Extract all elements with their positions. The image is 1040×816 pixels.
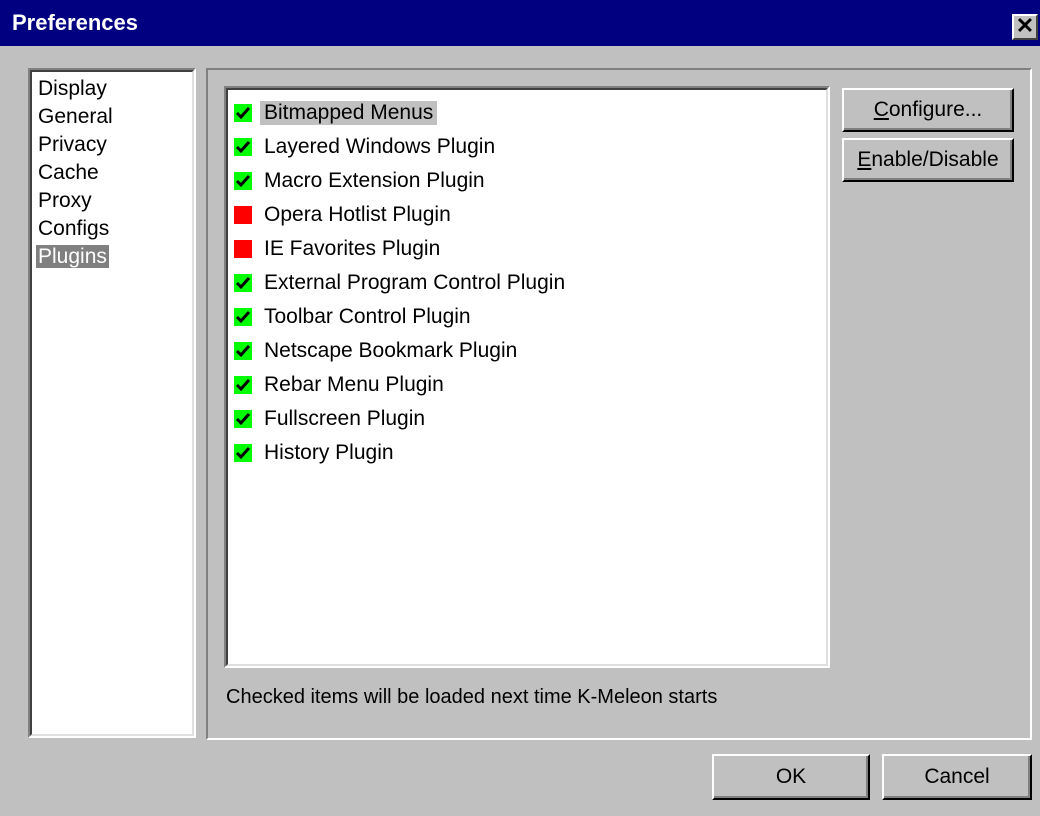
category-item-label: General [38, 105, 113, 128]
plugin-item-label: Rebar Menu Plugin [264, 373, 444, 396]
category-item-label: Privacy [38, 133, 107, 156]
cancel-button[interactable]: Cancel [882, 754, 1032, 800]
plugin-item-label: External Program Control Plugin [264, 271, 566, 294]
category-item-display[interactable]: Display [36, 76, 192, 104]
enabled-check-icon[interactable] [234, 138, 252, 156]
enabled-check-icon[interactable] [234, 342, 252, 360]
category-item-plugins[interactable]: Plugins [36, 244, 192, 272]
plugin-item-label: Opera Hotlist Plugin [264, 203, 451, 226]
plugin-list[interactable]: Bitmapped Menus Layered Windows Plugin Mac… [224, 86, 830, 668]
configure-button[interactable]: Configure... [842, 88, 1014, 132]
window-title: Preferences [12, 10, 138, 35]
plugin-item[interactable]: Bitmapped Menus [234, 96, 826, 130]
category-list[interactable]: Display General Privacy Cache Proxy Configs Pl… [28, 68, 196, 738]
cancel-label: Cancel [924, 765, 990, 788]
plugin-item[interactable]: External Program Control Plugin [234, 266, 826, 300]
category-item-general[interactable]: General [36, 104, 192, 132]
category-item-label: Configs [38, 217, 110, 240]
plugin-item[interactable]: Layered Windows Plugin [234, 130, 826, 164]
title-bar: Preferences ✕ [0, 0, 1040, 46]
plugin-item[interactable]: History Plugin [234, 436, 826, 470]
enabled-check-icon[interactable] [234, 376, 252, 394]
category-item-label: Plugins [36, 245, 109, 268]
plugin-item[interactable]: Rebar Menu Plugin [234, 368, 826, 402]
category-item-privacy[interactable]: Privacy [36, 132, 192, 160]
enabled-check-icon[interactable] [234, 308, 252, 326]
category-item-configs[interactable]: Configs [36, 216, 192, 244]
enable-disable-label: nable/Disable [871, 148, 999, 171]
category-item-cache[interactable]: Cache [36, 160, 192, 188]
enabled-check-icon[interactable] [234, 172, 252, 190]
plugin-item[interactable]: Macro Extension Plugin [234, 164, 826, 198]
disabled-square-icon[interactable] [234, 240, 252, 258]
configure-mnemonic: C [873, 98, 889, 121]
plugin-item-label: Layered Windows Plugin [264, 135, 496, 158]
category-item-label: Display [38, 77, 107, 100]
disabled-square-icon[interactable] [234, 206, 252, 224]
plugin-item[interactable]: Opera Hotlist Plugin [234, 198, 826, 232]
plugin-item-label: Netscape Bookmark Plugin [264, 339, 518, 362]
category-item-proxy[interactable]: Proxy [36, 188, 192, 216]
plugin-item[interactable]: Toolbar Control Plugin [234, 300, 826, 334]
enabled-check-icon[interactable] [234, 444, 252, 462]
ok-label: OK [775, 765, 807, 788]
plugin-item-label: History Plugin [264, 441, 394, 464]
plugin-item-label: Macro Extension Plugin [264, 169, 485, 192]
plugin-item-label: Toolbar Control Plugin [264, 305, 471, 328]
enabled-check-icon[interactable] [234, 274, 252, 292]
ok-button[interactable]: OK [712, 754, 870, 800]
plugin-item-label: Bitmapped Menus [260, 101, 438, 125]
plugin-item[interactable]: Fullscreen Plugin [234, 402, 826, 436]
plugins-footnote: Checked items will be loaded next time K… [226, 686, 718, 708]
enabled-check-icon[interactable] [234, 104, 252, 122]
close-icon: ✕ [1015, 13, 1035, 38]
plugin-item-label: Fullscreen Plugin [264, 407, 426, 430]
configure-label: onfigure... [888, 98, 983, 121]
plugin-item[interactable]: IE Favorites Plugin [234, 232, 826, 266]
plugin-item[interactable]: Netscape Bookmark Plugin [234, 334, 826, 368]
plugin-item-label: IE Favorites Plugin [264, 237, 441, 260]
close-button[interactable]: ✕ [1012, 14, 1038, 40]
category-item-label: Proxy [38, 189, 92, 212]
enabled-check-icon[interactable] [234, 410, 252, 428]
enable-disable-mnemonic: E [857, 148, 872, 171]
enable-disable-button[interactable]: Enable/Disable [842, 138, 1014, 182]
category-item-label: Cache [38, 161, 99, 184]
